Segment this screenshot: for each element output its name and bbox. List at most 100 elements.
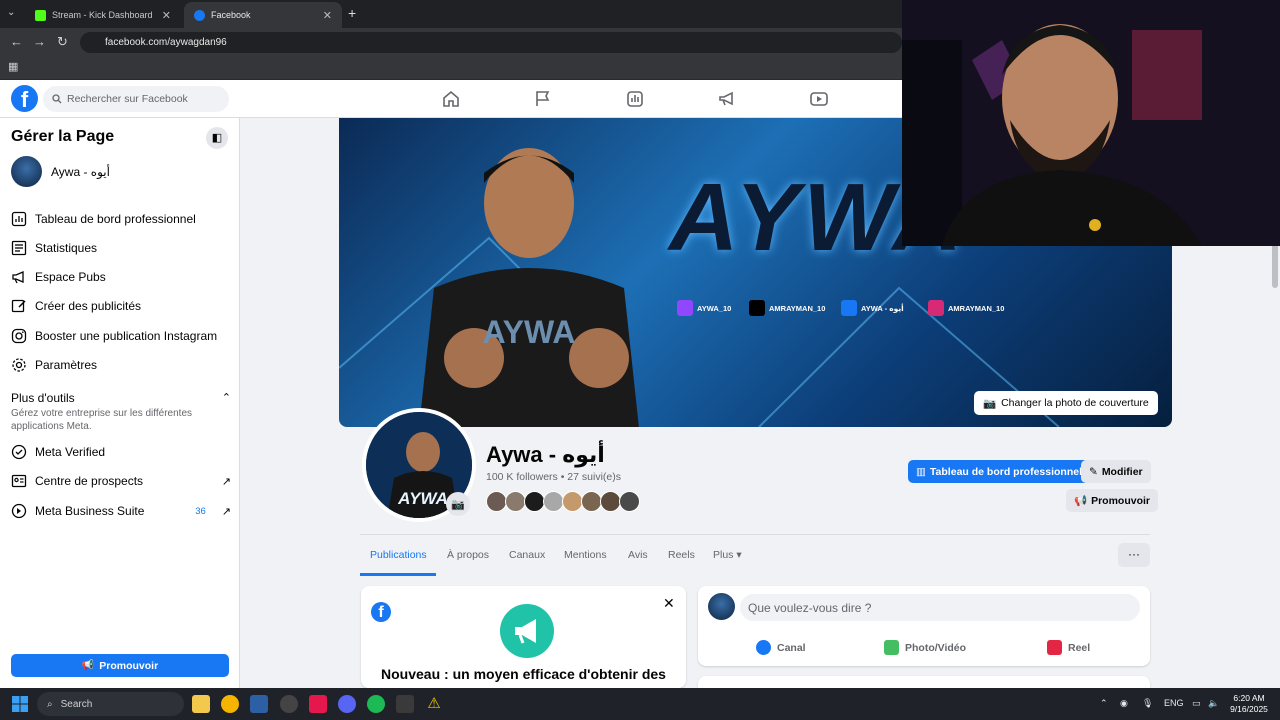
tab-facebook[interactable]: Facebook ✕ bbox=[184, 2, 342, 28]
taskbar-search[interactable]: ⌕ Search bbox=[37, 692, 184, 716]
flag-icon[interactable] bbox=[533, 89, 553, 109]
status-input[interactable]: Que voulez-vous dire ? bbox=[740, 594, 1140, 621]
promote-profile-button[interactable]: 📢 Promouvoir bbox=[1066, 489, 1159, 512]
search-input[interactable]: Rechercher sur Facebook bbox=[43, 86, 229, 112]
back-icon[interactable]: ← bbox=[10, 34, 23, 49]
volume-icon[interactable]: 🔈 bbox=[1208, 698, 1219, 709]
collapse-sidebar-icon[interactable]: ◧ bbox=[206, 127, 228, 149]
business-icon bbox=[11, 503, 27, 519]
windows-start-icon[interactable] bbox=[12, 696, 28, 712]
tab-kick-dashboard[interactable]: Stream - Kick Dashboard ✕ bbox=[25, 2, 181, 28]
spotify-icon[interactable] bbox=[367, 695, 385, 713]
tab-label: Facebook bbox=[211, 10, 251, 20]
sidebar-item-statistics[interactable]: Statistiques bbox=[11, 237, 231, 259]
tab-search-icon[interactable]: ⌄ bbox=[7, 7, 15, 18]
sidebar-item-settings[interactable]: Paramètres bbox=[11, 354, 231, 376]
facebook-logo[interactable]: f bbox=[11, 85, 38, 112]
social-handle: AYWA - أيوه bbox=[861, 303, 904, 313]
active-tab-indicator bbox=[360, 573, 436, 576]
social-tiktok: AMRAYMAN_10 bbox=[749, 300, 825, 316]
follower-avatar[interactable] bbox=[600, 491, 621, 512]
warning-icon[interactable]: ⚠ bbox=[425, 695, 443, 713]
dashboard-icon: ▥ bbox=[916, 465, 926, 478]
tab-mentions[interactable]: Mentions bbox=[564, 549, 607, 561]
microphone-icon[interactable]: 🎙 bbox=[1142, 698, 1153, 709]
network-icon[interactable]: ▭ bbox=[1192, 698, 1201, 709]
sidebar-item-label: Meta Verified bbox=[35, 445, 106, 459]
new-tab-button[interactable]: + bbox=[348, 5, 356, 21]
tiktok-live-icon[interactable] bbox=[309, 695, 327, 713]
follower-avatar[interactable] bbox=[581, 491, 602, 512]
promote-button[interactable]: 📢 Promouvoir bbox=[11, 654, 229, 677]
close-icon[interactable]: ✕ bbox=[162, 9, 171, 22]
close-icon[interactable]: ✕ bbox=[663, 595, 675, 612]
facebook-tab-icon bbox=[194, 9, 205, 21]
close-icon[interactable]: ✕ bbox=[323, 9, 332, 22]
megaphone-icon[interactable] bbox=[717, 89, 737, 109]
cover-person-image: AYWA bbox=[419, 148, 639, 427]
sidebar-item-ads-space[interactable]: Espace Pubs bbox=[11, 266, 231, 288]
follower-avatar[interactable] bbox=[543, 491, 564, 512]
social-handle: AYWA_10 bbox=[697, 303, 732, 313]
follower-avatar[interactable] bbox=[619, 491, 640, 512]
edit-button-label: Modifier bbox=[1101, 465, 1143, 478]
app-icon[interactable] bbox=[250, 695, 268, 713]
social-handle: AMRAYMAN_10 bbox=[769, 303, 826, 313]
follower-avatar[interactable] bbox=[505, 491, 526, 512]
tab-channels[interactable]: Canaux bbox=[509, 549, 545, 561]
follower-avatar[interactable] bbox=[524, 491, 545, 512]
edit-button[interactable]: ✎ Modifier bbox=[1081, 460, 1151, 483]
reload-icon[interactable]: ↻ bbox=[57, 34, 68, 50]
follower-avatar[interactable] bbox=[486, 491, 507, 512]
followers-count[interactable]: 100 K followers • 27 suivi(e)s bbox=[486, 471, 621, 483]
sidebar-item-boost-instagram[interactable]: Booster une publication Instagram bbox=[11, 325, 231, 347]
file-explorer-icon[interactable] bbox=[192, 695, 210, 713]
channel-button[interactable]: Canal bbox=[756, 640, 806, 655]
instagram-icon bbox=[928, 300, 944, 316]
more-tools-title: Plus d'outils bbox=[11, 391, 75, 405]
more-options-button[interactable]: ··· bbox=[1118, 543, 1150, 567]
external-link-icon: ↗ bbox=[221, 475, 231, 488]
dashboard-icon bbox=[11, 211, 27, 227]
sidebar-item-label: Centre de prospects bbox=[35, 474, 144, 488]
chrome-icon[interactable] bbox=[221, 695, 239, 713]
sidebar-item-create-ads[interactable]: Créer des publicités bbox=[11, 295, 231, 317]
security-tray-icon[interactable]: ◉ bbox=[1120, 698, 1128, 709]
system-clock[interactable]: 6:20 AM 9/16/2025 bbox=[1224, 693, 1274, 715]
sidebar-item-dashboard[interactable]: Tableau de bord professionnel bbox=[11, 208, 231, 230]
tab-publications[interactable]: Publications bbox=[370, 549, 427, 561]
chevron-up-icon[interactable]: ⌃ bbox=[1100, 698, 1108, 709]
discord-icon[interactable] bbox=[338, 695, 356, 713]
page-tabs: Publications À propos Canaux Mentions Av… bbox=[360, 534, 1150, 576]
steam-icon[interactable] bbox=[396, 695, 414, 713]
camera-icon[interactable]: 📷 bbox=[446, 492, 470, 516]
sidebar-item-prospects[interactable]: Centre de prospects ↗ bbox=[11, 470, 231, 492]
apps-grid-icon[interactable]: ▦ bbox=[8, 60, 18, 73]
search-icon bbox=[52, 94, 62, 104]
sidebar-item-business-suite[interactable]: Meta Business Suite 36 ↗ bbox=[11, 500, 231, 522]
page-switcher[interactable]: Aywa - أيوه bbox=[11, 156, 110, 187]
tab-more[interactable]: Plus ▾ bbox=[713, 549, 742, 561]
dashboard-icon[interactable] bbox=[625, 89, 645, 109]
photo-video-button[interactable]: Photo/Vidéo bbox=[884, 640, 966, 655]
tab-reviews[interactable]: Avis bbox=[628, 549, 648, 561]
tab-about[interactable]: À propos bbox=[447, 549, 489, 561]
url-field[interactable]: facebook.com/aywagdan96 bbox=[80, 32, 902, 53]
sidebar-item-meta-verified[interactable]: Meta Verified bbox=[11, 441, 231, 463]
home-icon[interactable] bbox=[441, 89, 461, 109]
follower-avatar[interactable] bbox=[562, 491, 583, 512]
video-icon[interactable] bbox=[809, 89, 829, 109]
language-indicator[interactable]: ENG bbox=[1164, 698, 1184, 708]
social-instagram: AMRAYMAN_10 bbox=[928, 300, 1004, 316]
chevron-up-icon[interactable]: ⌃ bbox=[222, 391, 231, 404]
forward-icon[interactable]: → bbox=[33, 34, 46, 49]
change-cover-button[interactable]: 📷 Changer la photo de couverture bbox=[974, 391, 1158, 415]
professional-dashboard-button[interactable]: ▥ Tableau de bord professionnel bbox=[908, 460, 1090, 483]
tiktok-icon bbox=[749, 300, 765, 316]
social-twitch: AYWA_10 bbox=[677, 300, 731, 316]
obs-icon[interactable] bbox=[280, 695, 298, 713]
reel-button[interactable]: Reel bbox=[1047, 640, 1090, 655]
new-feature-card: f ✕ Nouveau : un moyen efficace d'obteni… bbox=[361, 586, 686, 688]
tab-reels[interactable]: Reels bbox=[668, 549, 695, 561]
more-tools-section[interactable]: Plus d'outils ⌃ Gérez votre entreprise s… bbox=[11, 391, 231, 433]
